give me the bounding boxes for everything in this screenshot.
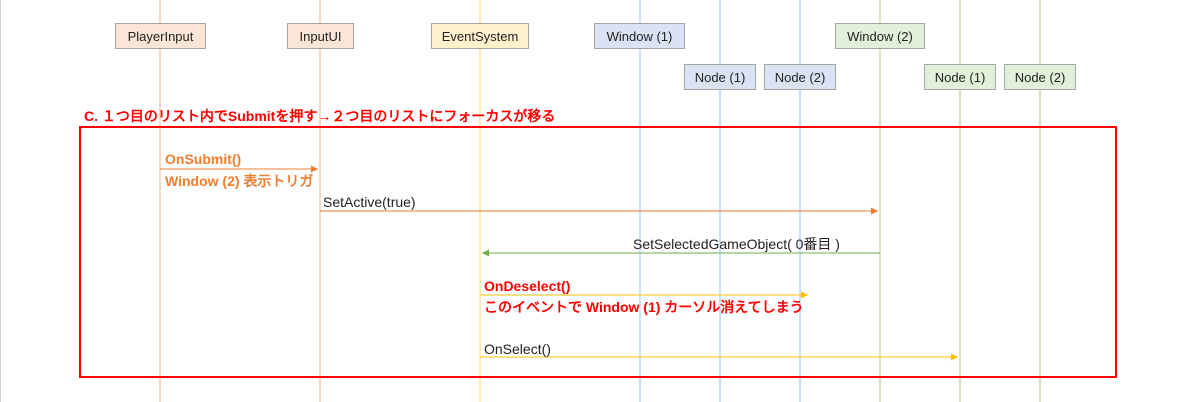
message-set-active-label: SetActive(true) bbox=[323, 194, 416, 210]
message-on-select-label: OnSelect() bbox=[484, 341, 551, 357]
sequence-diagram: PlayerInput InputUI EventSystem Window (… bbox=[0, 0, 1200, 402]
message-set-selected-game-object-label: SetSelectedGameObject( 0番目 ) bbox=[633, 236, 840, 252]
participant-player-input[interactable]: PlayerInput bbox=[115, 23, 206, 49]
message-on-deselect-label: OnDeselect() bbox=[484, 278, 571, 294]
message-on-deselect-note: このイベントで Window (1) カーソル消えてしまう bbox=[484, 299, 804, 315]
frame-title: C. １つ目のリスト内でSubmitを押す→２つ目のリストにフォーカスが移る bbox=[84, 108, 556, 124]
participant-node-2-of-window-1[interactable]: Node (2) bbox=[764, 64, 836, 90]
participant-node-2-of-window-2[interactable]: Node (2) bbox=[1004, 64, 1076, 90]
participant-input-ui[interactable]: InputUI bbox=[287, 23, 354, 49]
participant-node-1-of-window-2[interactable]: Node (1) bbox=[924, 64, 996, 90]
participant-window-1[interactable]: Window (1) bbox=[594, 23, 685, 49]
message-on-submit-label: OnSubmit() bbox=[165, 151, 242, 167]
participant-event-system[interactable]: EventSystem bbox=[431, 23, 529, 49]
message-on-submit-note: Window (2) 表示トリガ bbox=[165, 173, 314, 189]
participant-window-2[interactable]: Window (2) bbox=[835, 23, 925, 49]
participant-node-1-of-window-1[interactable]: Node (1) bbox=[684, 64, 756, 90]
